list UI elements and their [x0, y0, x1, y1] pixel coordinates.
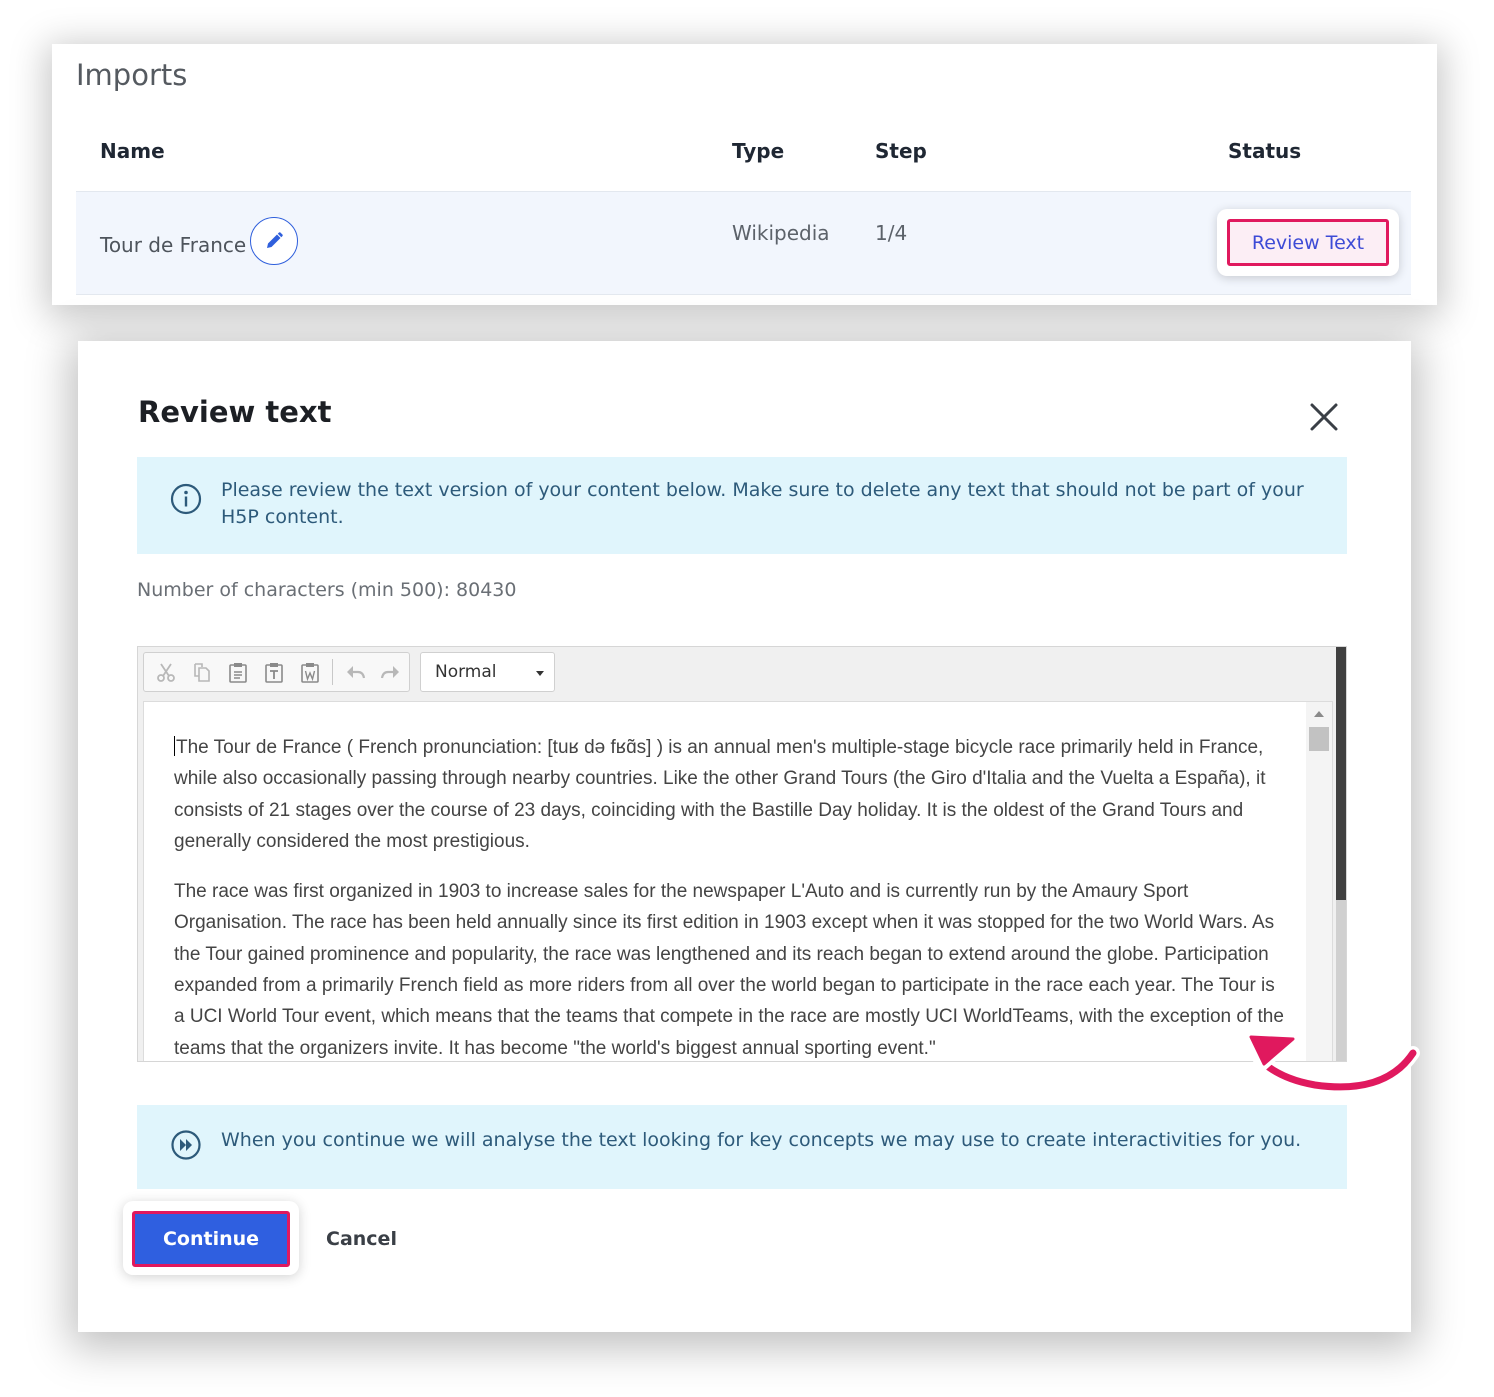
paste-button[interactable]: [224, 658, 252, 686]
continue-notice-text: When you continue we will analyse the te…: [221, 1129, 1302, 1151]
paste-text-icon: [265, 663, 283, 683]
redo-icon: [380, 666, 399, 679]
editor-scrollbar-thumb[interactable]: [1336, 647, 1346, 900]
copy-button[interactable]: [188, 658, 216, 686]
character-count-value: 80430: [456, 579, 517, 601]
cut-button[interactable]: [152, 658, 180, 686]
info-text: Please review the text version of your c…: [221, 479, 1304, 528]
edit-name-button[interactable]: [250, 217, 298, 265]
editor-paragraph[interactable]: The race was first organized in 1903 to …: [174, 876, 1284, 1061]
modal-title: Review text: [138, 395, 332, 429]
character-count: Number of characters (min 500): 80430: [137, 579, 517, 601]
paste-word-button[interactable]: [296, 658, 324, 686]
review-text-modal: Review text Please review the text versi…: [78, 341, 1411, 1332]
column-header-status: Status: [1228, 139, 1302, 163]
toolbar-separator: [332, 659, 333, 685]
continue-notice: When you continue we will analyse the te…: [137, 1105, 1347, 1189]
close-button[interactable]: [1304, 397, 1344, 437]
table-row: Tour de France Wikipedia 1/4 Review Text: [76, 191, 1411, 295]
chevron-down-icon: [536, 671, 544, 676]
text-cursor: [174, 736, 175, 756]
cancel-button[interactable]: Cancel: [326, 1228, 397, 1250]
import-step: 1/4: [875, 221, 908, 245]
continue-highlight: Continue: [123, 1201, 299, 1275]
import-name: Tour de France: [100, 233, 247, 257]
paste-text-button[interactable]: [260, 658, 288, 686]
character-count-label: Number of characters (min 500):: [137, 579, 450, 601]
content-scrollbar-thumb[interactable]: [1309, 727, 1329, 751]
paste-word-icon: [301, 663, 319, 683]
scroll-up-arrow-icon[interactable]: [1314, 711, 1324, 717]
text-editor: Normal The Tour de France ( French pronu…: [137, 646, 1347, 1062]
review-text-button[interactable]: Review Text: [1227, 219, 1389, 266]
continue-button[interactable]: Continue: [132, 1211, 290, 1267]
column-header-name: Name: [100, 139, 165, 163]
cut-icon: [157, 663, 175, 682]
paste-icon: [229, 663, 247, 683]
column-header-type: Type: [732, 139, 785, 163]
editor-paragraph[interactable]: The Tour de France ( French pronunciatio…: [174, 732, 1284, 857]
editor-text[interactable]: The Tour de France ( French pronunciatio…: [174, 732, 1284, 1061]
content-scrollbar[interactable]: [1306, 702, 1332, 1061]
format-dropdown-value: Normal: [435, 662, 497, 682]
undo-icon: [347, 666, 366, 679]
undo-button[interactable]: [341, 658, 369, 686]
info-notice: Please review the text version of your c…: [137, 457, 1347, 554]
editor-content-area[interactable]: The Tour de France ( French pronunciatio…: [143, 701, 1333, 1061]
pencil-icon: [267, 232, 283, 248]
info-icon: [170, 483, 202, 515]
close-icon: [1310, 403, 1338, 431]
import-type: Wikipedia: [732, 221, 830, 245]
review-text-highlight: Review Text: [1217, 209, 1399, 276]
redo-button[interactable]: [377, 658, 405, 686]
annotation-arrow-icon: [1245, 1031, 1420, 1094]
column-header-step: Step: [875, 139, 927, 163]
editor-toolbar: [143, 652, 410, 692]
imports-title: Imports: [76, 58, 188, 92]
format-dropdown[interactable]: Normal: [420, 652, 555, 692]
copy-icon: [194, 663, 210, 682]
imports-panel: Imports Name Type Step Status Tour de Fr…: [52, 44, 1437, 305]
fast-forward-icon: [171, 1130, 201, 1160]
